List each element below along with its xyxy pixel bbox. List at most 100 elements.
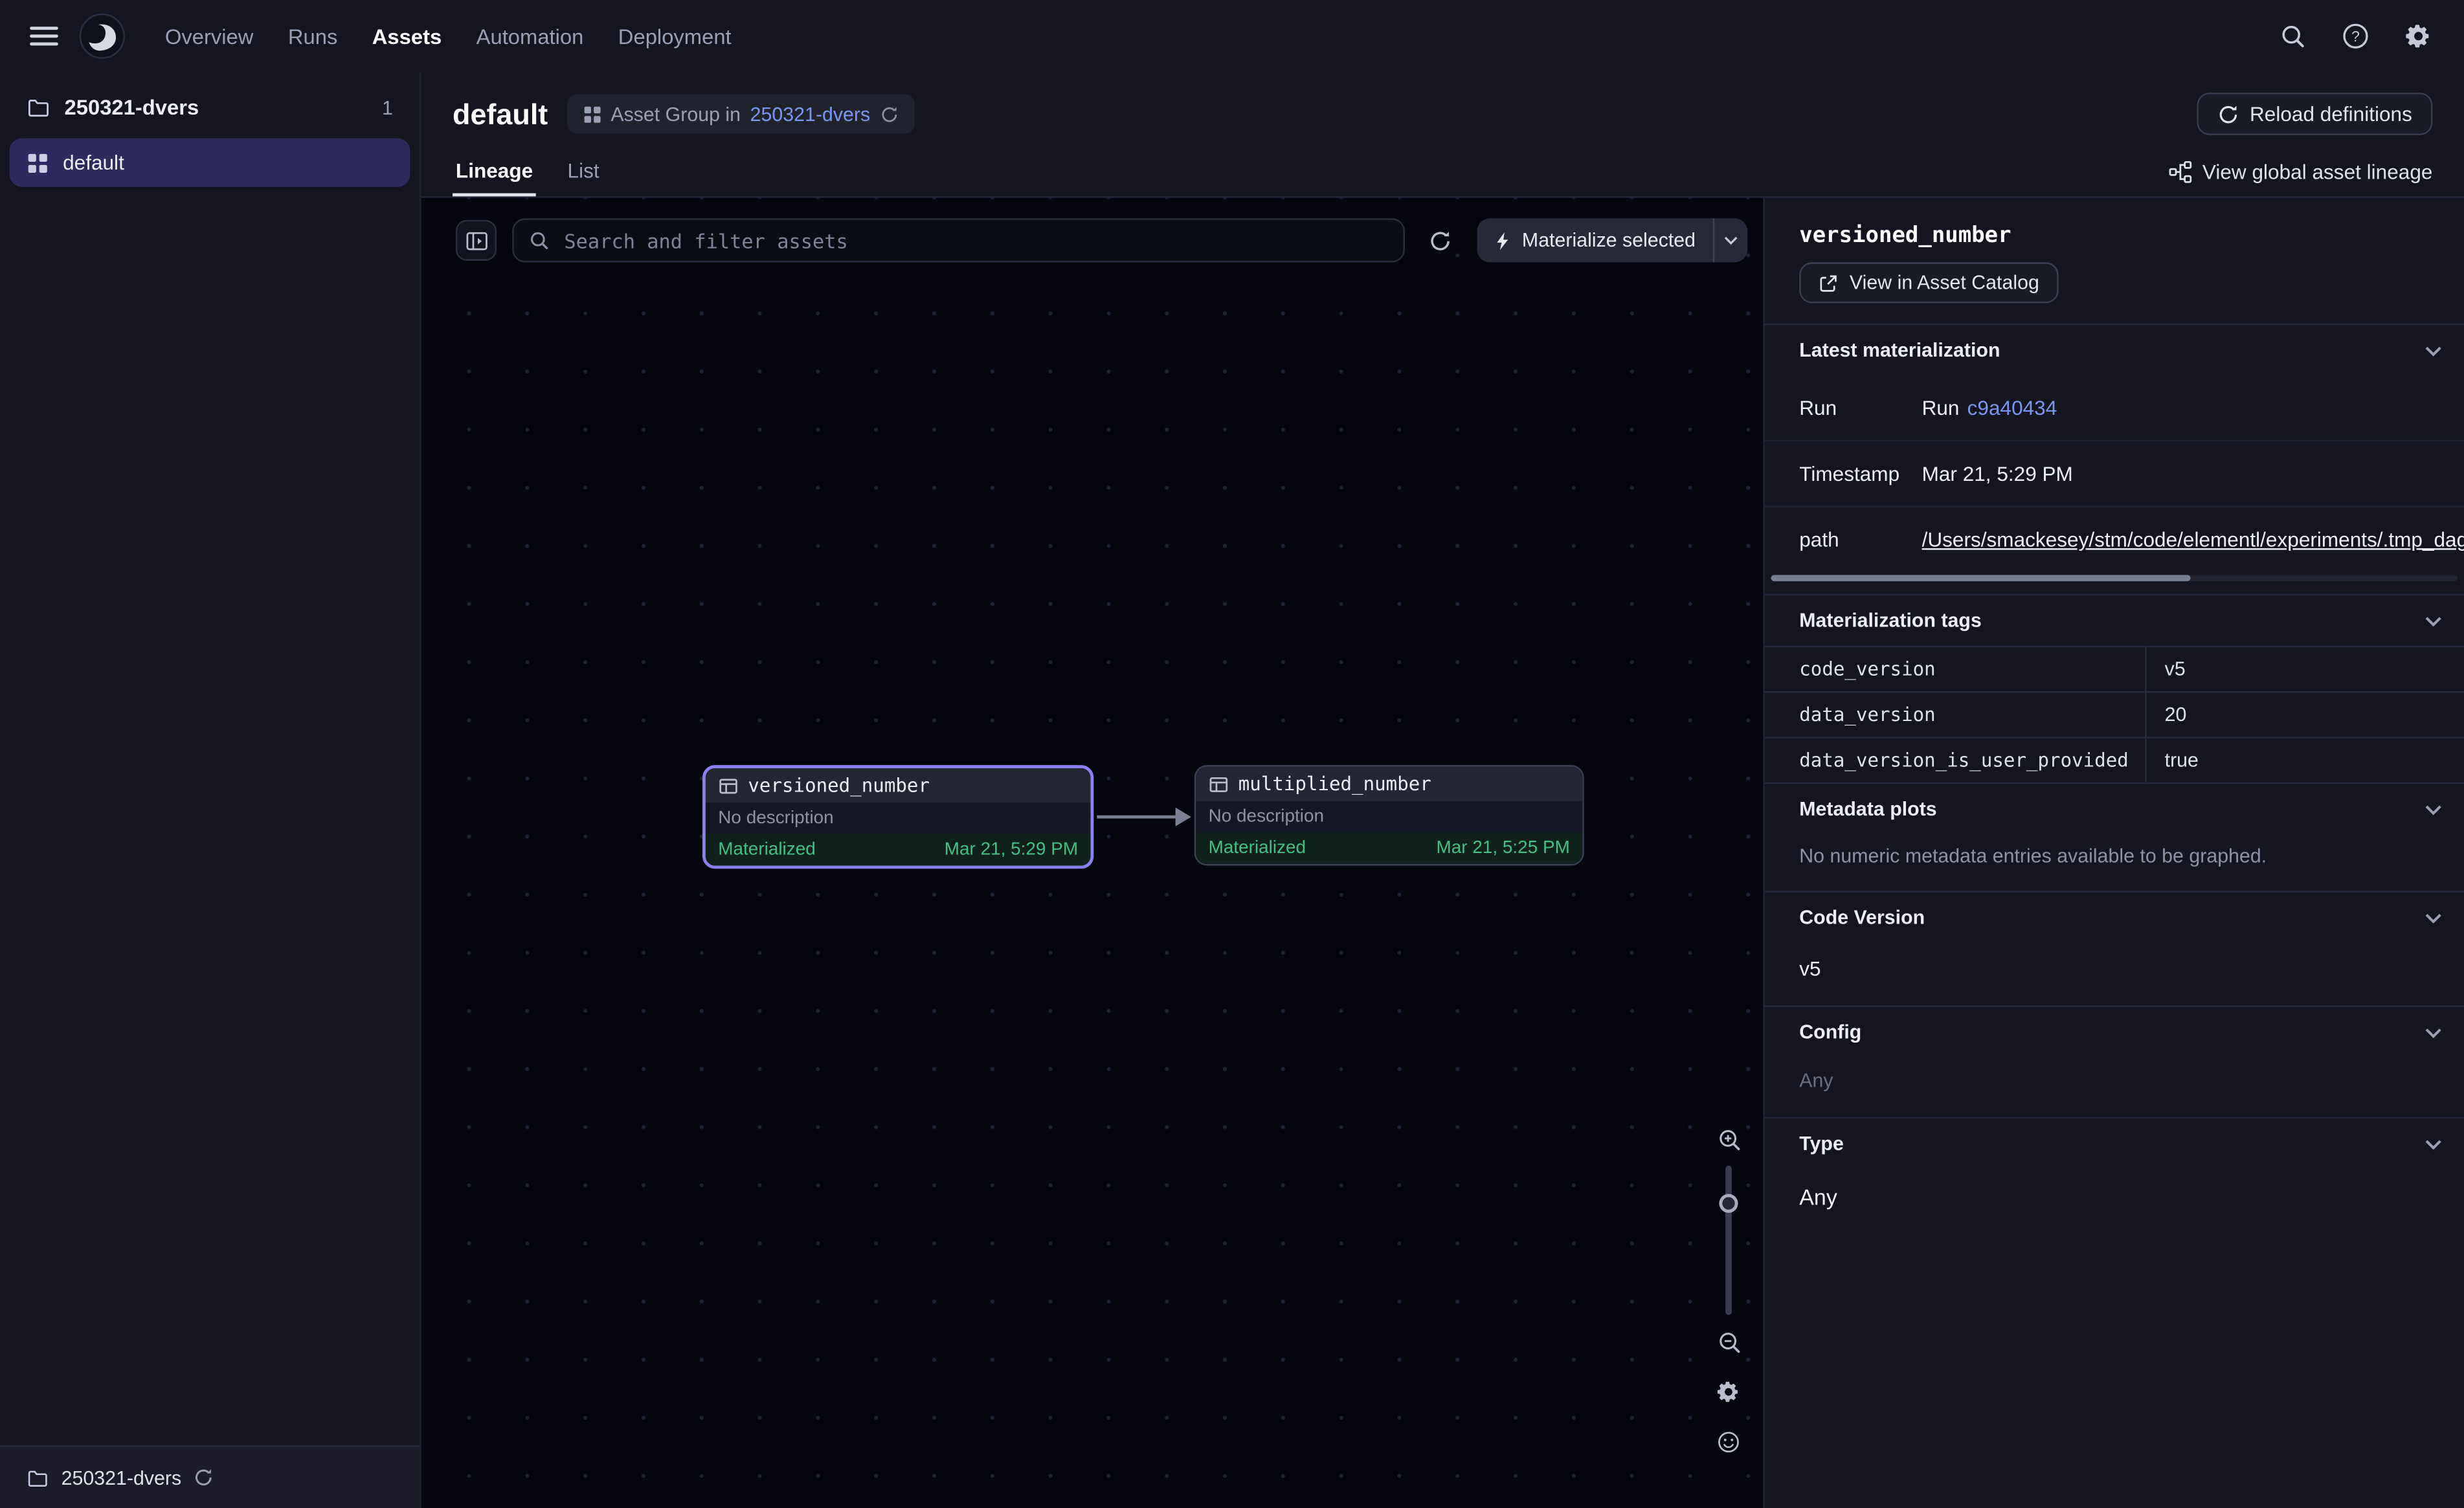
run-id-link[interactable]: c9a40434	[1967, 396, 2057, 419]
materialization-tags-table: code_version v5 data_version 20 data_ver…	[1765, 646, 2464, 784]
section-title: Metadata plots	[1799, 798, 1936, 820]
section-type[interactable]: Type	[1765, 1117, 2464, 1169]
asset-group-icon	[583, 104, 601, 123]
row-timestamp: Timestamp Mar 21, 5:29 PM	[1765, 440, 2464, 506]
row-run: Run Run c9a40434	[1765, 375, 2464, 440]
sidebar-item-label: default	[63, 151, 124, 174]
external-link-icon	[1818, 272, 1839, 293]
zoom-slider[interactable]	[1725, 1166, 1732, 1315]
nav-item-deployment[interactable]: Deployment	[601, 14, 748, 59]
asset-node-header: versioned_number	[706, 768, 1091, 803]
asset-group-icon	[27, 151, 49, 173]
table-icon	[1209, 773, 1229, 794]
sidebar-item-default[interactable]: default	[10, 139, 410, 187]
asset-node-status-row: Materialized Mar 21, 5:25 PM	[1196, 832, 1582, 864]
view-global-asset-lineage-link[interactable]: View global asset lineage	[2167, 161, 2432, 184]
settings-gear-icon[interactable]	[2395, 12, 2442, 60]
asset-node-versioned-number[interactable]: versioned_number No description Material…	[702, 765, 1093, 869]
asset-node-timestamp: Mar 21, 5:25 PM	[1437, 839, 1570, 858]
folder-icon	[27, 96, 50, 119]
horizontal-scrollbar-thumb[interactable]	[1771, 575, 2190, 581]
tag-value: true	[2145, 738, 2464, 783]
section-latest-materialization[interactable]: Latest materialization	[1765, 324, 2464, 375]
sidebar-group-row[interactable]: 250321-dvers 1	[0, 72, 420, 139]
hamburger-menu-icon[interactable]	[22, 14, 66, 58]
nav-item-runs[interactable]: Runs	[271, 14, 355, 59]
zoom-in-icon[interactable]	[1711, 1122, 1745, 1156]
nav-item-automation[interactable]: Automation	[459, 14, 601, 59]
section-title: Config	[1799, 1021, 1861, 1043]
reload-definitions-button[interactable]: Reload definitions	[2196, 93, 2432, 135]
chevron-down-icon[interactable]	[2421, 801, 2445, 818]
app-root: Overview Runs Assets Automation Deployme…	[0, 0, 2464, 1508]
chevron-down-icon[interactable]	[2421, 909, 2445, 926]
row-label: path	[1799, 528, 1921, 551]
graph-settings-gear-icon[interactable]	[1711, 1375, 1745, 1409]
section-metadata-plots[interactable]: Metadata plots	[1765, 784, 2464, 834]
refresh-graph-button[interactable]	[1420, 220, 1461, 261]
metadata-plots-empty-text: No numeric metadata entries available to…	[1765, 834, 2464, 891]
dagster-logo	[78, 12, 126, 60]
section-code-version[interactable]: Code Version	[1765, 891, 2464, 942]
chevron-down-icon[interactable]	[2421, 612, 2445, 629]
badge-group-link[interactable]: 250321-dvers	[750, 103, 871, 125]
tab-list[interactable]: List	[565, 146, 603, 197]
sidebar-group-name: 250321-dvers	[65, 96, 199, 119]
asset-node-name: multiplied_number	[1238, 773, 1431, 795]
section-title: Code Version	[1799, 907, 1925, 929]
badge-prefix: Asset Group in	[610, 103, 741, 125]
materialize-dropdown-caret[interactable]	[1713, 218, 1747, 262]
search-icon	[528, 229, 550, 251]
tag-value: v5	[2145, 647, 2464, 692]
asset-search	[512, 218, 1404, 262]
path-link[interactable]: /Users/smackesey/stm/code/elementl/exper…	[1922, 528, 2464, 551]
asset-group-badge: Asset Group in 250321-dvers	[566, 94, 914, 134]
asset-node-name: versioned_number	[748, 775, 930, 797]
horizontal-scrollbar[interactable]	[1771, 575, 2458, 581]
nav-item-overview[interactable]: Overview	[148, 14, 271, 59]
feedback-smiley-icon[interactable]	[1711, 1425, 1745, 1459]
view-in-asset-catalog-label: View in Asset Catalog	[1850, 272, 2039, 294]
lineage-toolbar: Materialize selected	[456, 218, 1747, 262]
section-materialization-tags[interactable]: Materialization tags	[1765, 594, 2464, 646]
content-split: Materialize selected	[421, 198, 2464, 1508]
toggle-sidebar-panel-button[interactable]	[456, 220, 497, 261]
search-icon[interactable]	[2269, 12, 2316, 60]
view-tabs: Lineage List View global asset lineage	[421, 144, 2464, 198]
code-version-value: v5	[1765, 942, 2464, 1005]
chevron-down-icon[interactable]	[2421, 1135, 2445, 1153]
asset-node-status: Materialized	[1209, 839, 1306, 858]
tag-value: 20	[2145, 692, 2464, 737]
top-nav: Overview Runs Assets Automation Deployme…	[0, 0, 2464, 72]
page-title: default	[453, 96, 548, 131]
primary-nav: Overview Runs Assets Automation Deployme…	[148, 14, 748, 59]
lineage-canvas[interactable]: Materialize selected	[421, 198, 1764, 1508]
nav-item-assets[interactable]: Assets	[355, 14, 459, 59]
search-input[interactable]	[512, 218, 1404, 262]
materialize-selected-label: Materialize selected	[1522, 229, 1696, 251]
view-global-asset-lineage-label: View global asset lineage	[2202, 161, 2433, 184]
tab-lineage[interactable]: Lineage	[453, 146, 536, 197]
lineage-edge	[1093, 799, 1194, 834]
timestamp-value: Mar 21, 5:29 PM	[1922, 462, 2464, 485]
zoom-out-icon[interactable]	[1711, 1324, 1745, 1358]
materialize-selected-main[interactable]: Materialize selected	[1477, 229, 1713, 251]
tag-key: code_version	[1765, 647, 2145, 692]
asset-node-multiplied-number[interactable]: multiplied_number No description Materia…	[1194, 765, 1584, 865]
zoom-slider-handle[interactable]	[1719, 1194, 1738, 1213]
row-label: Timestamp	[1799, 462, 1921, 485]
refresh-icon[interactable]	[880, 104, 899, 123]
help-icon[interactable]: ?	[2332, 12, 2379, 60]
tag-row: data_version_is_user_provided true	[1765, 738, 2464, 783]
topnav-actions: ?	[2269, 12, 2442, 60]
materialize-selected-button[interactable]: Materialize selected	[1477, 218, 1748, 262]
tag-key: data_version	[1765, 692, 2145, 737]
chevron-down-icon[interactable]	[2421, 342, 2445, 359]
chevron-down-icon[interactable]	[2421, 1023, 2445, 1041]
section-config[interactable]: Config	[1765, 1005, 2464, 1057]
view-in-asset-catalog-button[interactable]: View in Asset Catalog	[1799, 262, 2058, 303]
refresh-icon[interactable]	[194, 1467, 215, 1488]
sidebar-group-count: 1	[382, 96, 393, 118]
sidebar-footer-location[interactable]: 250321-dvers	[0, 1445, 420, 1508]
bolt-icon	[1494, 230, 1511, 251]
